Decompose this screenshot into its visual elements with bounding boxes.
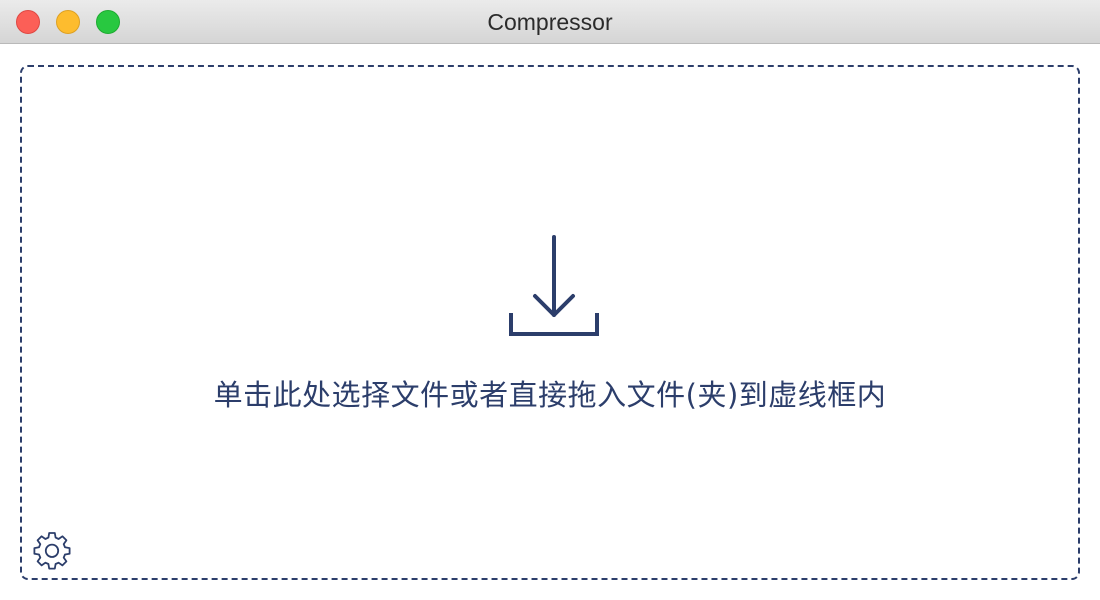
app-window: Compressor 单击此处选择文件或者直接拖入文件(夹)到虚线框内 [0, 0, 1100, 600]
window-title: Compressor [487, 9, 613, 35]
file-drop-zone[interactable]: 单击此处选择文件或者直接拖入文件(夹)到虚线框内 [20, 65, 1080, 580]
drop-hint-text: 单击此处选择文件或者直接拖入文件(夹)到虚线框内 [213, 378, 887, 412]
title-bar[interactable]: Compressor [0, 0, 1100, 44]
download-icon [509, 235, 599, 336]
gear-icon[interactable] [32, 531, 72, 571]
